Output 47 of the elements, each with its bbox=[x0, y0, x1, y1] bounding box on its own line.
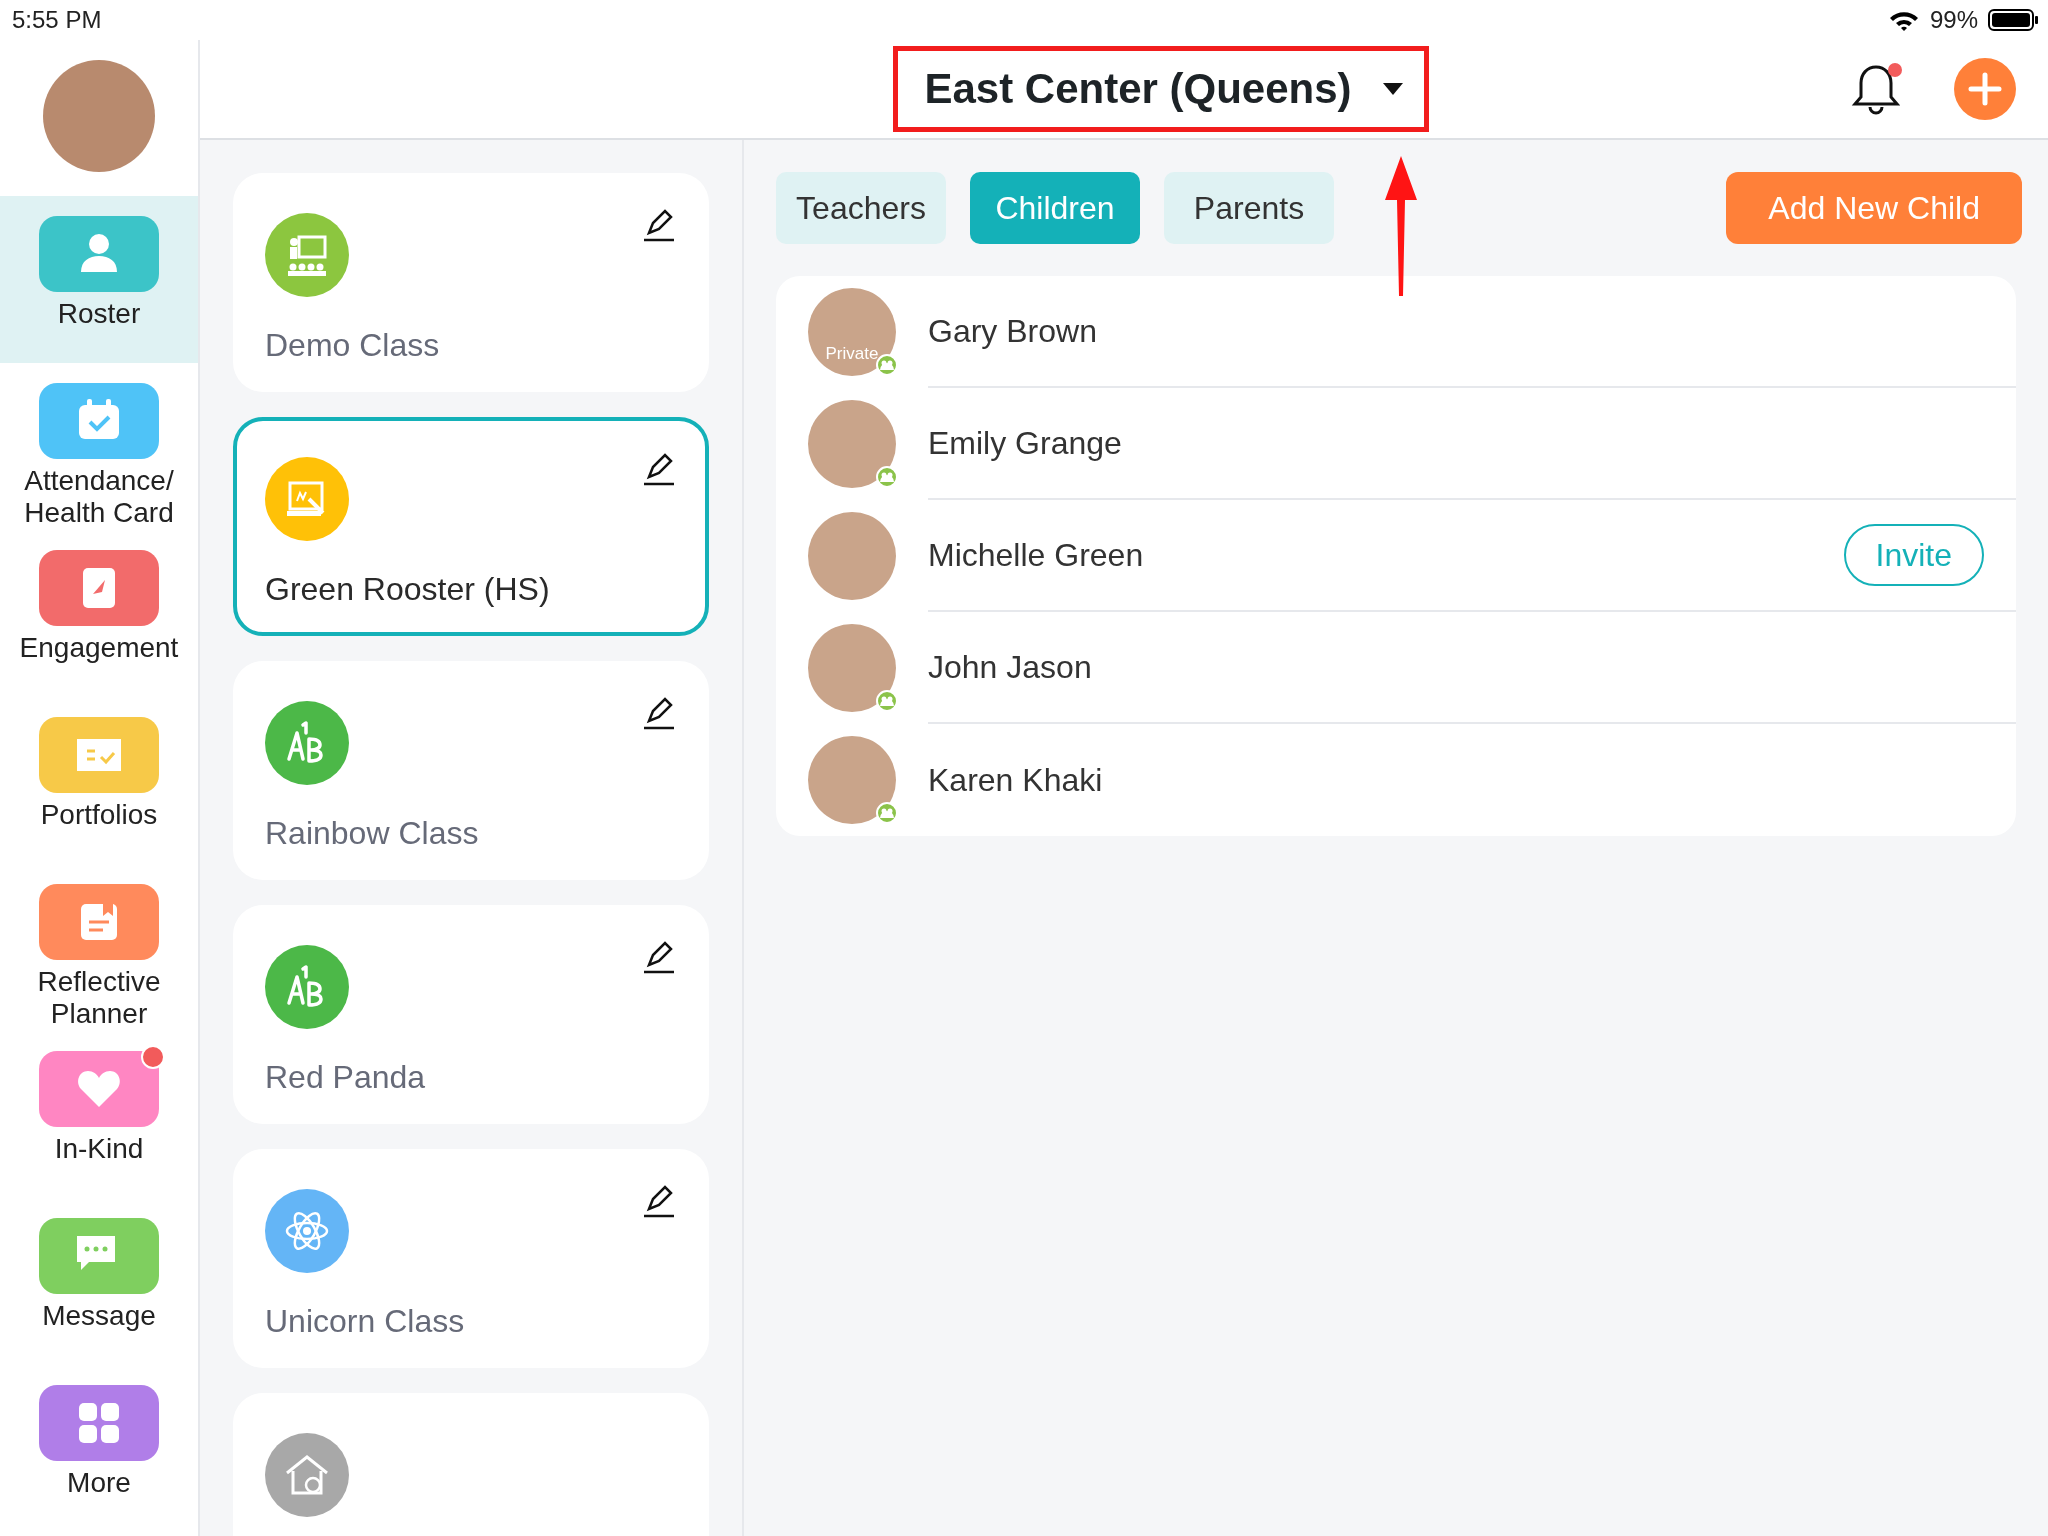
child-name[interactable]: Michelle Green bbox=[928, 536, 1844, 574]
battery-level: 99% bbox=[1929, 6, 1978, 34]
sidebar-item[interactable]: Portfolios bbox=[0, 697, 198, 864]
private-label: Private bbox=[825, 344, 879, 364]
class-card[interactable]: Red Panda bbox=[233, 905, 709, 1124]
center-selector[interactable]: East Center (Queens) bbox=[893, 46, 1429, 132]
child-name[interactable]: Karen Khaki bbox=[928, 761, 1984, 799]
sidebar-item[interactable]: Roster bbox=[0, 196, 198, 363]
sidebar-item[interactable]: Attendance/ Health Card bbox=[0, 363, 198, 530]
class-name: Demo Class bbox=[265, 327, 441, 364]
sidebar-label: Roster bbox=[56, 298, 142, 330]
child-name[interactable]: Gary Brown bbox=[928, 312, 1984, 350]
sidebar-label: More bbox=[66, 1467, 132, 1499]
sidebar-label: Attendance/ Health Card bbox=[23, 465, 175, 529]
sidebar-item[interactable]: In-Kind bbox=[0, 1031, 198, 1198]
pencil-icon bbox=[641, 451, 675, 487]
plus-icon bbox=[1967, 71, 2003, 107]
tab[interactable]: Parents bbox=[1164, 172, 1334, 244]
class-card[interactable]: Green Rooster (HS) bbox=[233, 417, 709, 636]
child-name[interactable]: Emily Grange bbox=[928, 424, 1984, 462]
pencil-icon bbox=[641, 695, 675, 731]
class-name: Unicorn Class bbox=[265, 1303, 466, 1340]
sidebar-label: Portfolios bbox=[39, 799, 159, 831]
center-name: East Center (Queens) bbox=[924, 65, 1352, 113]
sidebar-item[interactable]: Engagement bbox=[0, 530, 198, 697]
class-name: Green Rooster (HS) bbox=[265, 571, 551, 608]
battery-icon bbox=[1988, 8, 2038, 32]
pencil-icon bbox=[641, 1183, 675, 1219]
tab[interactable]: Teachers bbox=[776, 172, 946, 244]
sidebar-label: Reflective Planner bbox=[36, 966, 162, 1030]
sidebar-item[interactable]: Reflective Planner bbox=[0, 864, 198, 1031]
dropdown-caret-icon[interactable] bbox=[1381, 81, 1404, 97]
class-name: Rainbow Class bbox=[265, 815, 480, 852]
sidebar-label: Message bbox=[41, 1300, 157, 1332]
child-name[interactable]: John Jason bbox=[928, 648, 1984, 686]
sidebar-label: Engagement bbox=[18, 632, 180, 664]
pencil-icon bbox=[641, 207, 675, 243]
sidebar-label: In-Kind bbox=[53, 1133, 145, 1165]
class-card[interactable]: Unicorn Class bbox=[233, 1149, 709, 1368]
class-name: Red Panda bbox=[265, 1059, 427, 1096]
class-card[interactable]: Rainbow Class bbox=[233, 661, 709, 880]
class-card[interactable]: Demo Class bbox=[233, 173, 709, 392]
sidebar-item[interactable]: More bbox=[0, 1365, 198, 1532]
sidebar-item[interactable]: Message bbox=[0, 1198, 198, 1365]
pencil-icon bbox=[641, 939, 675, 975]
status-time: 5:55 PM bbox=[12, 6, 102, 34]
child-row[interactable]: Michelle Green Invite bbox=[776, 500, 2016, 612]
